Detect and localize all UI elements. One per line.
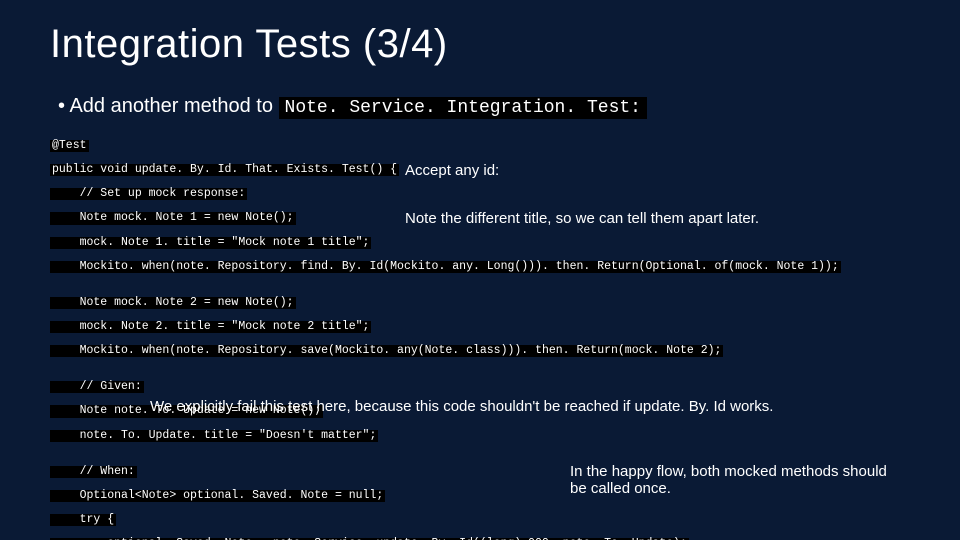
- code-l18: try {: [50, 514, 116, 526]
- code-l16: // When:: [50, 466, 137, 478]
- code-l09: mock. Note 2. title = "Mock note 2 title…: [50, 321, 371, 333]
- code-l03: // Set up mock response:: [50, 188, 247, 200]
- code-l10: Mockito. when(note. Repository. save(Moc…: [50, 345, 723, 357]
- annotation-accept-id: Accept any id:: [405, 162, 499, 179]
- bullet-line: Add another method to Note. Service. Int…: [50, 95, 910, 118]
- bullet-text: Add another method to: [69, 95, 278, 117]
- annotation-different-title: Note the different title, so we can tell…: [405, 210, 925, 227]
- code-l04: Note mock. Note 1 = new Note();: [50, 212, 296, 224]
- slide: Integration Tests (3/4) Add another meth…: [0, 0, 960, 540]
- code-l01: @Test: [50, 140, 89, 152]
- code-l05: mock. Note 1. title = "Mock note 1 title…: [50, 237, 371, 249]
- code-l08: Note mock. Note 2 = new Note();: [50, 297, 296, 309]
- annotation-explicit-fail: We explicitly fail this test here, becau…: [150, 398, 950, 415]
- slide-title: Integration Tests (3/4): [50, 22, 910, 67]
- code-l17: Optional<Note> optional. Saved. Note = n…: [50, 490, 385, 502]
- code-block: @Test public void update. By. Id. That. …: [50, 128, 910, 540]
- code-l14: note. To. Update. title = "Doesn't matte…: [50, 430, 378, 442]
- bullet-code: Note. Service. Integration. Test:: [279, 97, 647, 119]
- code-l06: Mockito. when(note. Repository. find. By…: [50, 261, 841, 273]
- code-l02: public void update. By. Id. That. Exists…: [50, 164, 399, 176]
- code-l12: // Given:: [50, 381, 144, 393]
- annotation-happy-flow: In the happy flow, both mocked methods s…: [570, 463, 900, 498]
